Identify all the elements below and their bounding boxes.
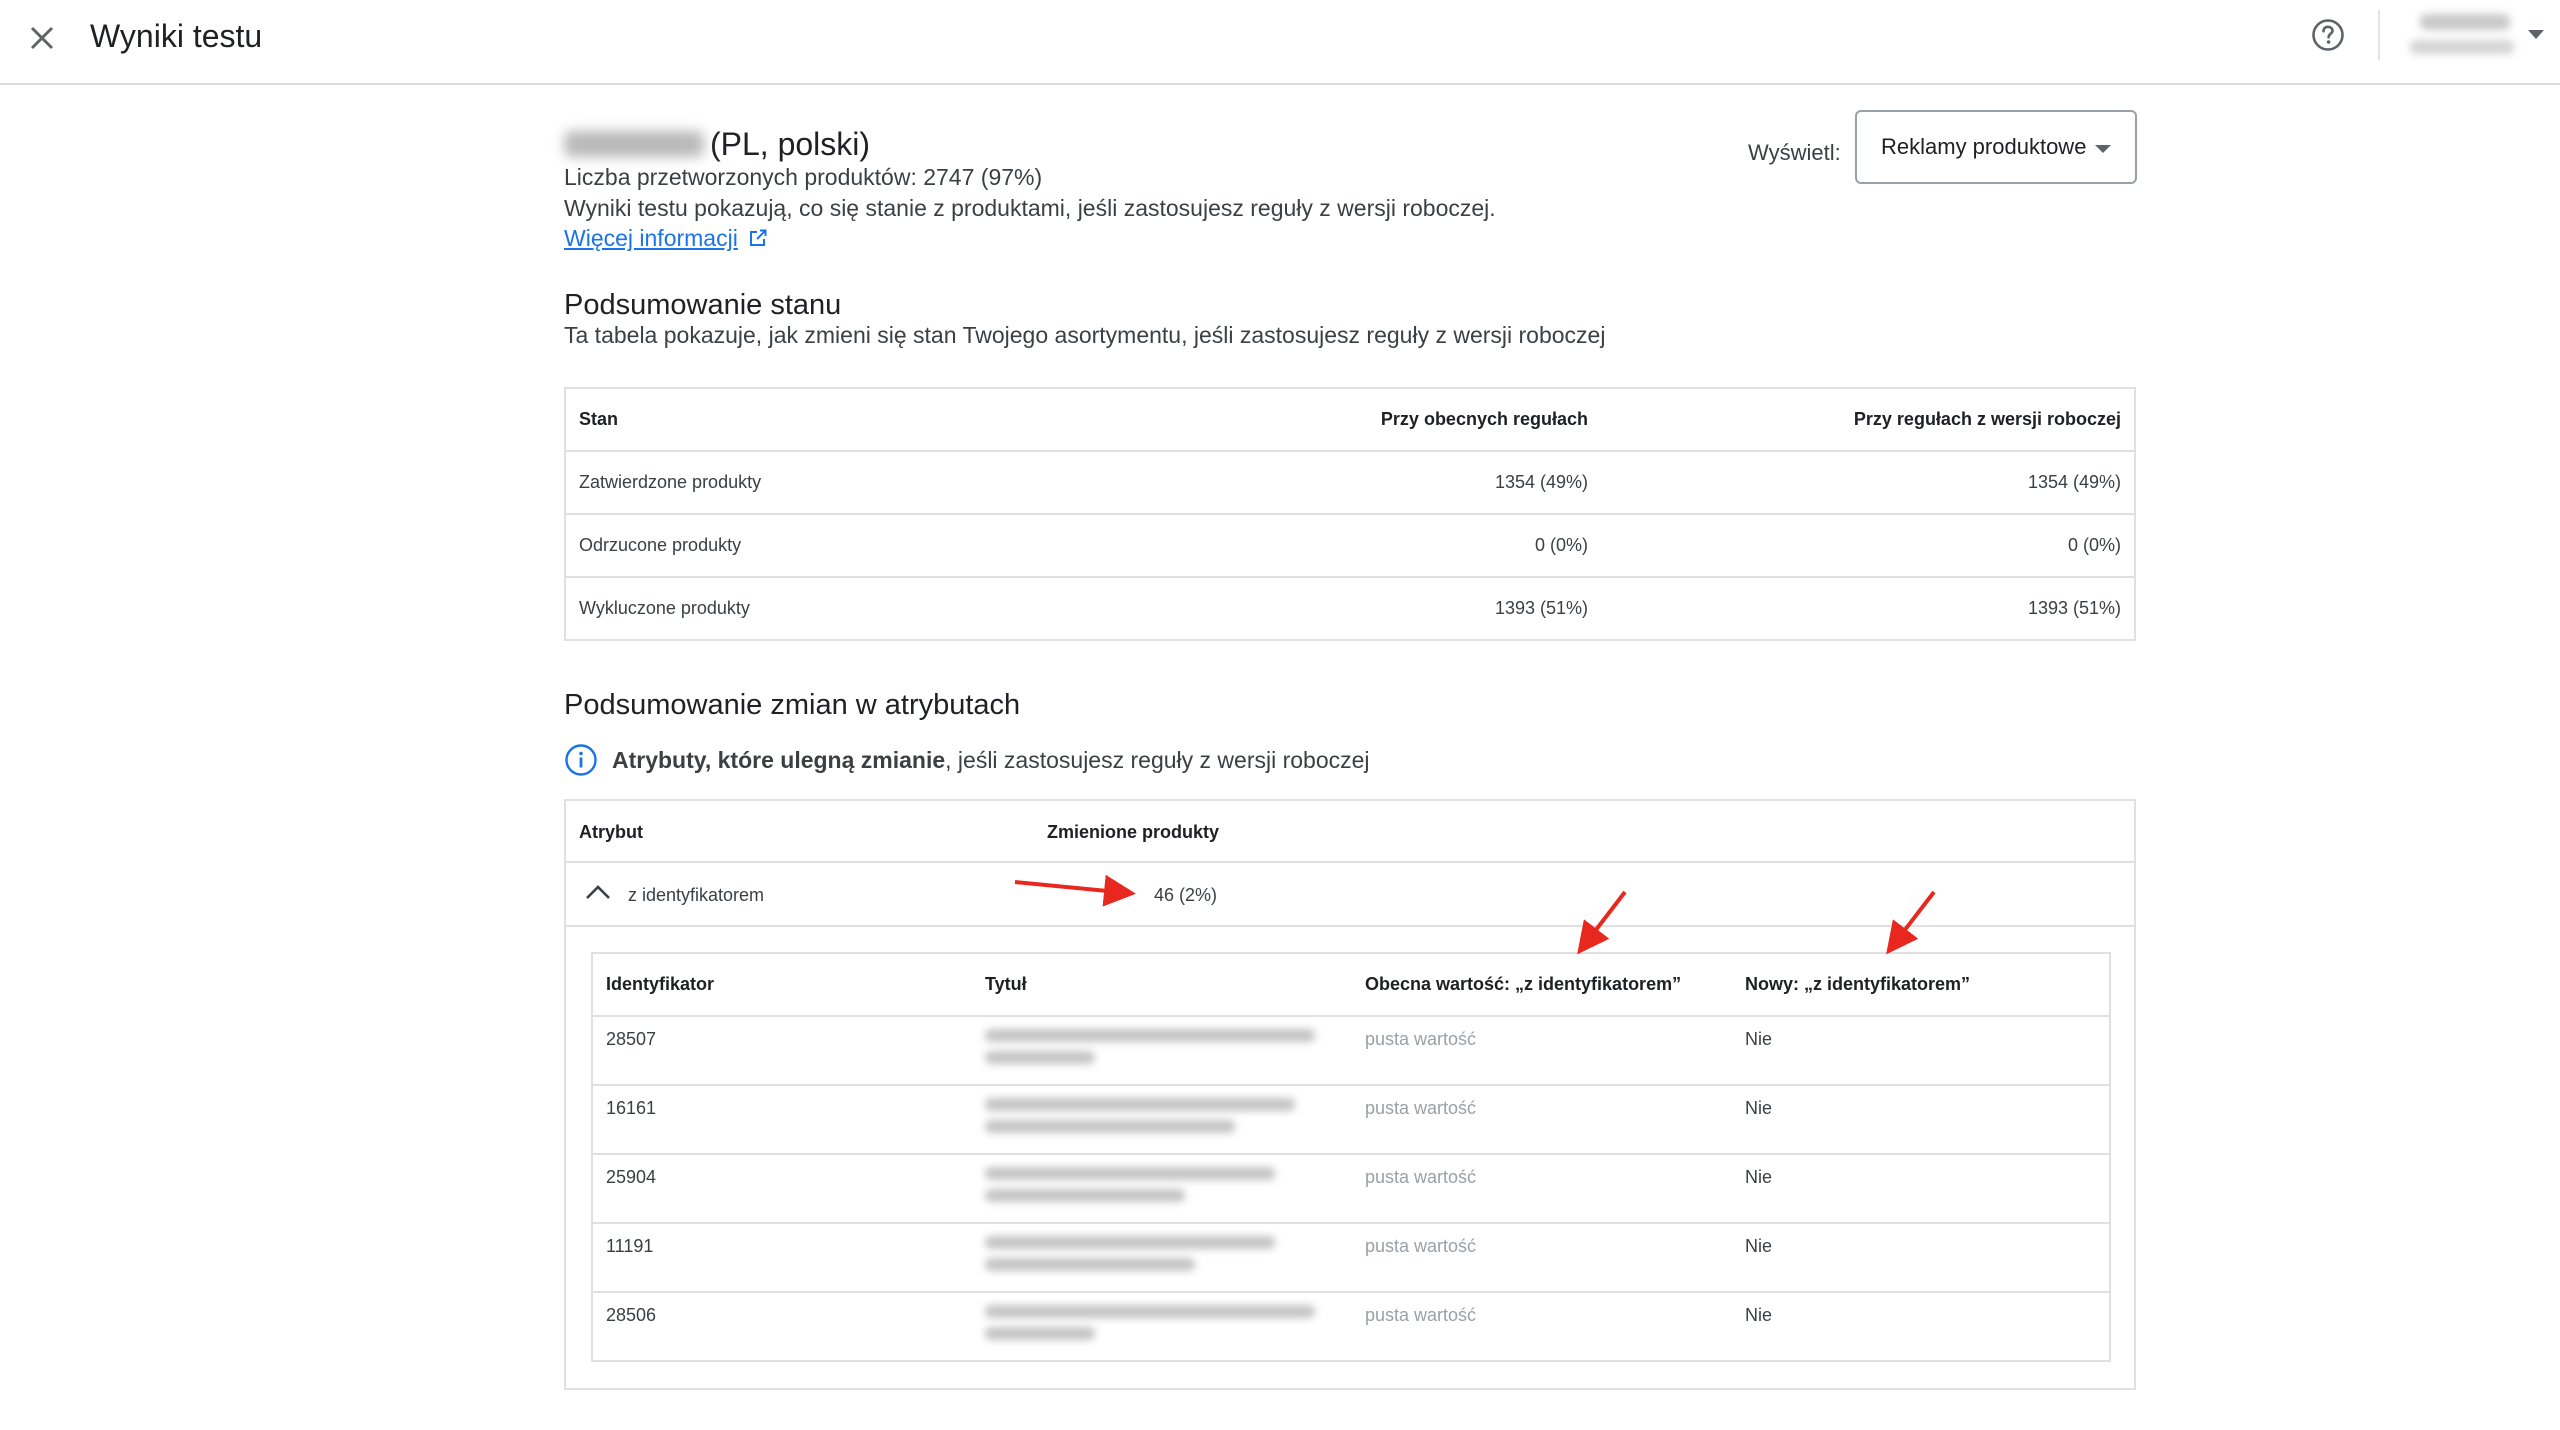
status-table: Stan Przy obecnych regułach Przy regułac… bbox=[564, 387, 2136, 641]
table-row: 28506 pusta wartość Nie bbox=[592, 1291, 2110, 1361]
status-subheading: Ta tabela pokazuje, jak zmieni się stan … bbox=[564, 322, 1606, 348]
account-divider bbox=[2378, 10, 2380, 60]
status-label: Odrzucone produkty bbox=[565, 513, 1065, 577]
attribute-name: z identyfikatorem bbox=[628, 885, 765, 905]
store-name-blurred bbox=[564, 131, 704, 157]
view-select-value: Reklamy produktowe bbox=[1881, 134, 2087, 159]
col-changed-products: Zmienione produkty bbox=[1047, 822, 1220, 842]
external-link-icon bbox=[749, 229, 767, 246]
top-bar: Wyniki testu bbox=[0, 0, 2560, 85]
chevron-down-icon bbox=[2528, 30, 2544, 39]
status-current: 1354 (49%) bbox=[1065, 450, 1601, 514]
product-title-blurred bbox=[972, 1015, 1352, 1085]
col-current-value: Obecna wartość: „z identyfikatorem” bbox=[1365, 974, 1682, 994]
attributes-table: Atrybut Zmienione produkty z identyfikat… bbox=[564, 799, 2136, 1390]
table-row: 28507 pusta wartość Nie bbox=[592, 1015, 2110, 1085]
test-description: Wyniki testu pokazują, co się stanie z p… bbox=[564, 195, 1496, 221]
col-title: Tytuł bbox=[985, 974, 1027, 994]
store-language: (PL, polski) bbox=[710, 125, 871, 162]
current-value: pusta wartość bbox=[1352, 1015, 1732, 1085]
table-row: 16161 pusta wartość Nie bbox=[592, 1084, 2110, 1154]
info-text: , jeśli zastosujesz reguły z wersji robo… bbox=[945, 746, 1370, 773]
product-id: 28507 bbox=[592, 1015, 972, 1085]
table-row: Wykluczone produkty 1393 (51%) 1393 (51%… bbox=[565, 576, 2135, 640]
attributes-heading: Podsumowanie zmian w atrybutach bbox=[564, 689, 1021, 721]
status-table-header: Stan Przy obecnych regułach Przy regułac… bbox=[565, 387, 2135, 451]
col-attribute: Atrybut bbox=[579, 822, 643, 842]
current-value: pusta wartość bbox=[1352, 1153, 1732, 1223]
help-icon bbox=[2312, 19, 2344, 51]
product-id: 16161 bbox=[592, 1084, 972, 1154]
new-value: Nie bbox=[1732, 1084, 2110, 1154]
status-current: 0 (0%) bbox=[1065, 513, 1601, 577]
details-header: Identyfikator Tytuł Obecna wartość: „z i… bbox=[592, 953, 2110, 1016]
help-button[interactable] bbox=[2307, 14, 2349, 56]
account-id-blurred bbox=[2410, 40, 2514, 54]
product-id: 25904 bbox=[592, 1153, 972, 1223]
attribute-row[interactable]: z identyfikatorem 46 (2%) bbox=[566, 863, 2134, 927]
table-row: Zatwierdzone produkty 1354 (49%) 1354 (4… bbox=[565, 450, 2135, 514]
col-current-rules: Przy obecnych regułach bbox=[1065, 387, 1601, 451]
dropdown-arrow-icon bbox=[2095, 145, 2111, 153]
page-title: Wyniki testu bbox=[90, 18, 263, 54]
col-new-value: Nowy: „z identyfikatorem” bbox=[1745, 974, 1971, 994]
attribute-count: 46 (2%) bbox=[1154, 885, 1218, 905]
new-value: Nie bbox=[1732, 1015, 2110, 1085]
info-bold-text: Atrybuty, które ulegną zmianie bbox=[612, 746, 946, 773]
product-id: 28506 bbox=[592, 1291, 972, 1361]
info-icon bbox=[565, 744, 597, 776]
current-value: pusta wartość bbox=[1352, 1084, 1732, 1154]
new-value: Nie bbox=[1732, 1222, 2110, 1292]
status-draft: 1354 (49%) bbox=[1601, 450, 2135, 514]
current-value: pusta wartość bbox=[1352, 1222, 1732, 1292]
col-draft-rules: Przy regułach z wersji roboczej bbox=[1601, 387, 2135, 451]
product-title-blurred bbox=[972, 1222, 1352, 1292]
col-id: Identyfikator bbox=[606, 974, 715, 994]
attributes-info: Atrybuty, które ulegną zmianie, jeśli za… bbox=[564, 740, 1370, 780]
view-label: Wyświetl: bbox=[1748, 140, 1841, 165]
chevron-up-icon[interactable] bbox=[582, 877, 614, 909]
account-switcher[interactable] bbox=[2400, 10, 2550, 60]
table-row: 25904 pusta wartość Nie bbox=[592, 1153, 2110, 1223]
table-row: 11191 pusta wartość Nie bbox=[592, 1222, 2110, 1292]
new-value: Nie bbox=[1732, 1291, 2110, 1361]
store-header: (PL, polski) bbox=[564, 124, 870, 164]
close-icon bbox=[30, 26, 54, 50]
col-state: Stan bbox=[565, 387, 1065, 451]
status-label: Zatwierdzone produkty bbox=[565, 450, 1065, 514]
product-title-blurred bbox=[972, 1153, 1352, 1223]
attributes-table-header: Atrybut Zmienione produkty bbox=[566, 801, 2134, 863]
more-info-label: Więcej informacji bbox=[564, 225, 738, 251]
view-select[interactable]: Reklamy produktowe bbox=[1855, 110, 2137, 184]
new-value: Nie bbox=[1732, 1153, 2110, 1223]
status-draft: 1393 (51%) bbox=[1601, 576, 2135, 640]
product-id: 11191 bbox=[592, 1222, 972, 1292]
status-current: 1393 (51%) bbox=[1065, 576, 1601, 640]
processed-count: Liczba przetworzonych produktów: 2747 (9… bbox=[564, 164, 1043, 190]
account-name-blurred bbox=[2420, 14, 2510, 30]
close-button[interactable] bbox=[20, 16, 64, 60]
current-value: pusta wartość bbox=[1352, 1291, 1732, 1361]
product-title-blurred bbox=[972, 1291, 1352, 1361]
status-draft: 0 (0%) bbox=[1601, 513, 2135, 577]
more-info-link[interactable]: Więcej informacji bbox=[564, 223, 768, 253]
table-row: Odrzucone produkty 0 (0%) 0 (0%) bbox=[565, 513, 2135, 577]
status-heading: Podsumowanie stanu bbox=[564, 289, 842, 321]
status-label: Wykluczone produkty bbox=[565, 576, 1065, 640]
attribute-details-table: Identyfikator Tytuł Obecna wartość: „z i… bbox=[591, 952, 2111, 1362]
product-title-blurred bbox=[972, 1084, 1352, 1154]
